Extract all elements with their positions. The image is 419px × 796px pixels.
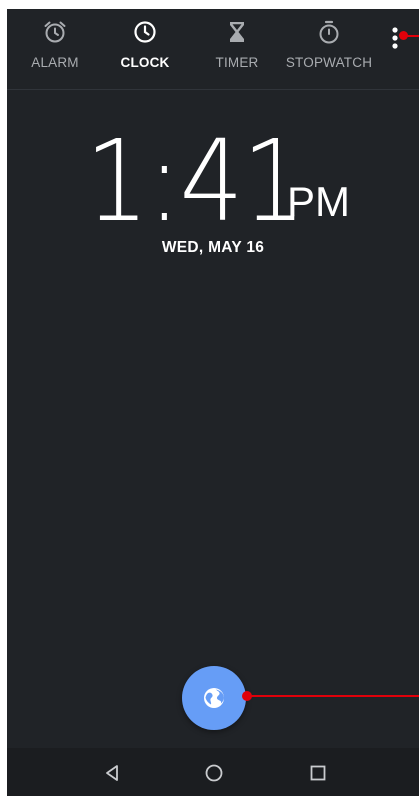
tab-stopwatch-label: STOPWATCH	[285, 55, 373, 70]
globe-icon	[204, 688, 224, 708]
tab-alarm[interactable]: ALARM	[25, 9, 85, 89]
hourglass-icon	[230, 22, 244, 42]
tab-stopwatch[interactable]: STOPWATCH	[283, 9, 375, 89]
clock-date: WED, MAY 16	[161, 239, 265, 256]
home-icon[interactable]	[203, 762, 225, 784]
recents-icon[interactable]	[307, 762, 329, 784]
system-nav-bar	[7, 748, 419, 796]
tab-timer-label: TIMER	[215, 55, 259, 70]
annotation-arrow-dot	[242, 691, 252, 701]
tab-bar: ALARM CLOCK TIMER STOPWATCH	[7, 9, 419, 90]
clock-display: 1:41 PM	[7, 117, 419, 247]
world-clock-button[interactable]	[182, 666, 246, 730]
annotation-arrow-dot	[399, 31, 408, 40]
tab-clock[interactable]: CLOCK	[115, 9, 175, 89]
app-screen: ALARM CLOCK TIMER STOPWATCH 1:41 PM WED,…	[7, 9, 419, 796]
clock-time: 1:41	[85, 117, 306, 247]
alarm-icon	[44, 21, 66, 43]
tab-timer[interactable]: TIMER	[207, 9, 267, 89]
clock-icon	[134, 21, 156, 43]
tab-alarm-label: ALARM	[31, 55, 79, 70]
clock-ampm: PM	[287, 178, 350, 225]
tab-clock-label: CLOCK	[120, 55, 170, 70]
back-icon[interactable]	[101, 762, 123, 784]
stopwatch-icon	[319, 20, 339, 44]
annotation-arrow-line	[247, 695, 419, 697]
